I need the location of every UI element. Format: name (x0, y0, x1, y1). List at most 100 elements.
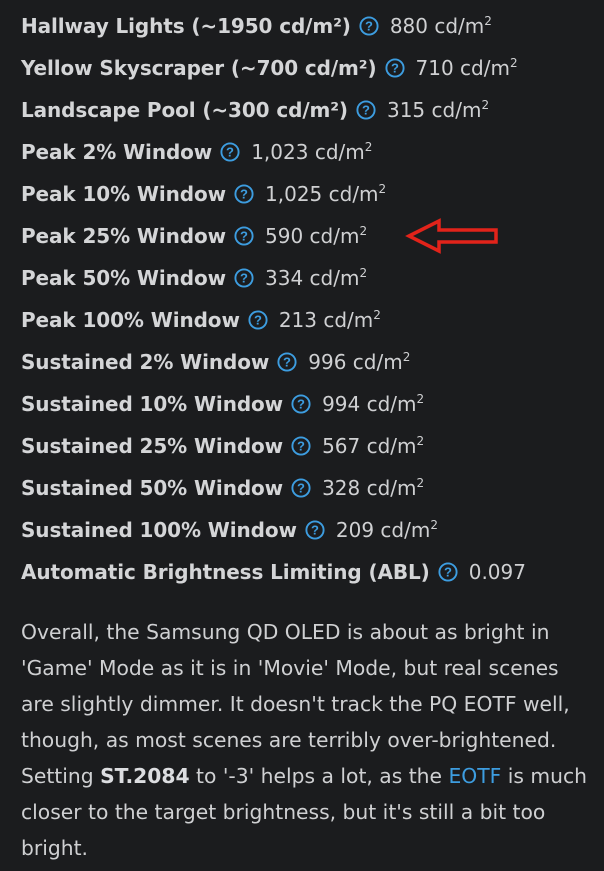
question-circle-icon[interactable]: ? (234, 184, 254, 204)
question-circle-icon[interactable]: ? (359, 16, 379, 36)
measurement-value: 590 cd/m2 (265, 224, 367, 248)
measurement-label: Sustained 10% Window (21, 392, 284, 416)
measurement-value-text: 0.097 (468, 560, 526, 584)
measurement-row: Hallway Lights (~1950 cd/m²)? 880 cd/m2 (21, 5, 591, 47)
measurement-value: 0.097 (469, 560, 526, 584)
measurement-value-text: 1,023 cd/m (251, 140, 365, 164)
measurement-label: Sustained 25% Window (21, 434, 284, 458)
unit-exponent: 2 (484, 14, 492, 28)
brightness-summary: Overall, the Samsung QD OLED is about as… (21, 614, 596, 866)
unit-exponent: 2 (416, 476, 425, 490)
measurement-value: 315 cd/m2 (387, 98, 489, 122)
measurement-value: 567 cd/m2 (322, 434, 424, 458)
measurement-value: 710 cd/m2 (416, 56, 518, 80)
unit-exponent: 2 (359, 266, 368, 280)
measurement-value: 334 cd/m2 (265, 266, 367, 290)
question-circle-icon[interactable]: ? (220, 142, 240, 162)
unit-exponent: 2 (509, 56, 518, 70)
measurement-row: Peak 50% Window? 334 cd/m2 (21, 257, 591, 299)
measurement-value-text: 1,025 cd/m (265, 182, 379, 206)
question-circle-icon[interactable]: ? (291, 394, 311, 414)
question-circle-icon[interactable]: ? (291, 436, 311, 456)
measurement-label: Peak 100% Window (21, 308, 240, 332)
question-circle-icon[interactable]: ? (291, 478, 311, 498)
question-circle-icon[interactable]: ? (384, 58, 405, 78)
summary-text-2: to '-3' helps a lot, as the (189, 764, 449, 788)
measurement-label: Peak 25% Window (21, 224, 227, 248)
unit-exponent: 2 (373, 308, 381, 322)
svg-text:?: ? (311, 523, 319, 538)
red-arrow-icon (405, 218, 498, 254)
measurement-value: 996 cd/m2 (308, 350, 410, 374)
measurement-value-text: 880 cd/m (389, 14, 485, 38)
measurement-label: Peak 50% Window (21, 266, 227, 290)
measurement-list: Hallway Lights (~1950 cd/m²)? 880 cd/m2 Ye… (21, 5, 591, 593)
question-circle-icon[interactable]: ? (305, 520, 325, 540)
unit-exponent: 2 (416, 392, 425, 406)
svg-text:?: ? (297, 481, 305, 496)
measurement-value-text: 567 cd/m (322, 434, 417, 458)
measurement-value-text: 334 cd/m (265, 266, 360, 290)
measurement-value: 1,023 cd/m2 (251, 140, 372, 164)
unit-exponent: 2 (481, 98, 490, 112)
measurement-value-text: 710 cd/m (415, 56, 510, 80)
measurement-value: 213 cd/m2 (279, 308, 381, 332)
svg-text:?: ? (240, 271, 248, 286)
unit-exponent: 2 (402, 350, 411, 364)
measurement-value: 994 cd/m2 (322, 392, 424, 416)
measurement-label: Sustained 2% Window (21, 350, 270, 374)
measurement-row: Automatic Brightness Limiting (ABL)? 0.09… (21, 551, 591, 593)
question-circle-icon[interactable]: ? (356, 100, 376, 120)
svg-text:?: ? (365, 19, 373, 34)
eotf-link[interactable]: EOTF (448, 764, 501, 788)
question-circle-icon[interactable]: ? (234, 268, 254, 288)
measurement-value-text: 994 cd/m (322, 392, 417, 416)
question-circle-icon[interactable]: ? (438, 562, 458, 582)
measurement-row: Landscape Pool (~300 cd/m²)? 315 cd/m2 (21, 89, 591, 131)
measurement-label: Peak 10% Window (21, 182, 227, 206)
measurement-value-text: 590 cd/m (265, 224, 360, 248)
svg-text:?: ? (240, 187, 248, 202)
measurement-value-text: 213 cd/m (278, 308, 374, 332)
measurement-label: Sustained 50% Window (21, 476, 284, 500)
measurement-row: Sustained 2% Window? 996 cd/m2 (21, 341, 591, 383)
measurement-row: Peak 25% Window? 590 cd/m2 (21, 215, 591, 257)
measurement-row: Peak 2% Window? 1,023 cd/m2 (21, 131, 591, 173)
question-circle-icon[interactable]: ? (277, 352, 297, 372)
question-circle-icon[interactable]: ? (248, 310, 268, 330)
svg-text:?: ? (240, 229, 248, 244)
measurement-row: Peak 10% Window? 1,025 cd/m2 (21, 173, 591, 215)
measurement-label: Yellow Skyscraper (~700 cd/m²) (21, 56, 377, 80)
summary-text-1: Overall, the Samsung QD OLED is about as… (21, 620, 570, 788)
measurement-label: Automatic Brightness Limiting (ABL) (21, 560, 430, 584)
measurement-value: 209 cd/m2 (336, 518, 438, 542)
measurement-row: Sustained 10% Window? 994 cd/m2 (21, 383, 591, 425)
measurement-label: Peak 2% Window (21, 140, 213, 164)
svg-text:?: ? (254, 313, 262, 328)
measurement-label: Hallway Lights (~1950 cd/m²) (21, 14, 351, 38)
measurement-label: Landscape Pool (~300 cd/m²) (21, 98, 348, 122)
question-circle-icon[interactable]: ? (234, 226, 254, 246)
unit-exponent: 2 (378, 182, 387, 196)
svg-text:?: ? (444, 565, 452, 580)
measurement-value-text: 996 cd/m (308, 350, 403, 374)
svg-text:?: ? (226, 145, 234, 160)
measurement-label: Sustained 100% Window (21, 518, 297, 542)
measurement-value-text: 209 cd/m (335, 518, 431, 542)
unit-exponent: 2 (364, 140, 373, 154)
measurement-row: Sustained 100% Window? 209 cd/m2 (21, 509, 591, 551)
svg-text:?: ? (297, 439, 305, 454)
svg-text:?: ? (391, 61, 399, 76)
unit-exponent: 2 (430, 518, 438, 532)
svg-text:?: ? (297, 397, 305, 412)
measurement-value-text: 315 cd/m (386, 98, 482, 122)
unit-exponent: 2 (359, 224, 368, 238)
svg-text:?: ? (362, 103, 370, 118)
measurement-row: Yellow Skyscraper (~700 cd/m²)? 710 cd/m2 (21, 47, 591, 89)
measurement-value-text: 328 cd/m (322, 476, 417, 500)
unit-exponent: 2 (416, 434, 425, 448)
measurement-value: 1,025 cd/m2 (265, 182, 386, 206)
measurement-row: Peak 100% Window? 213 cd/m2 (21, 299, 591, 341)
measurement-value: 328 cd/m2 (322, 476, 424, 500)
measurement-row: Sustained 25% Window? 567 cd/m2 (21, 425, 591, 467)
